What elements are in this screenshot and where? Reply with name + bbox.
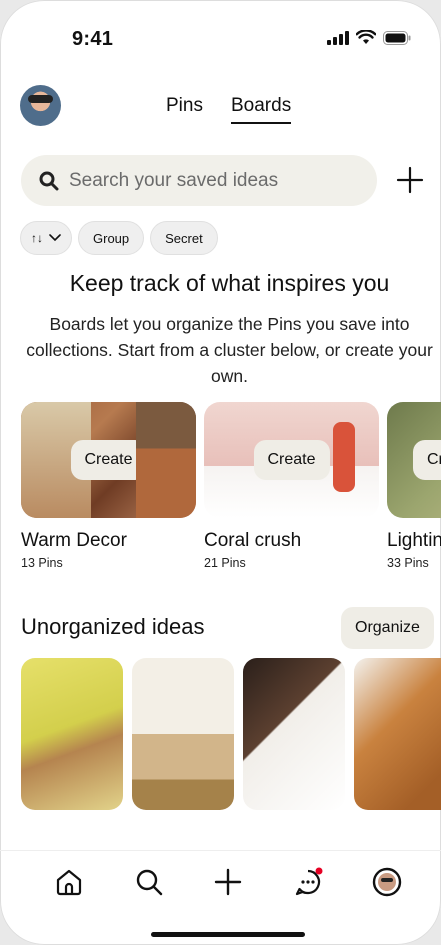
search-icon (39, 171, 59, 190)
pin-thumbnail[interactable] (132, 658, 234, 810)
phone-screen: 9:41 Pins Boards Search your saved ideas… (0, 0, 441, 945)
group-chip[interactable]: Group (78, 221, 145, 255)
pin-thumbnail[interactable] (354, 658, 441, 810)
profile-icon (372, 867, 402, 897)
chevron-down-icon (49, 234, 61, 242)
secret-chip[interactable]: Secret (150, 221, 218, 255)
board-tabs: Pins Boards (0, 95, 441, 125)
sort-chip[interactable]: ↑↓ (20, 221, 72, 255)
home-icon (56, 869, 82, 896)
home-indicator (151, 932, 305, 937)
nav-create[interactable] (212, 866, 244, 898)
empty-state-body: Boards let you organize the Pins you sav… (26, 314, 433, 386)
cluster-name: Lightin (387, 530, 441, 551)
organize-button[interactable]: Organize (341, 607, 434, 649)
create-button[interactable]: Create (412, 440, 441, 480)
cluster-pin-count: 21 Pins (204, 556, 246, 570)
filter-chips: ↑↓ Group Secret (20, 221, 218, 255)
cluster-pin-count: 13 Pins (21, 556, 63, 570)
sort-icon: ↑↓ (31, 231, 43, 245)
empty-state-headline: Keep track of what inspires you (69, 270, 390, 296)
pin-thumbnail[interactable] (243, 658, 345, 810)
pin-thumbnail[interactable] (21, 658, 123, 810)
tab-pins[interactable]: Pins (166, 95, 203, 117)
plus-icon (214, 868, 242, 896)
battery-icon (383, 30, 411, 45)
nav-profile[interactable] (371, 866, 403, 898)
cluster-image: Create (21, 402, 196, 518)
status-icons (327, 30, 411, 45)
status-bar: 9:41 (0, 0, 441, 70)
create-button[interactable]: Create (253, 440, 330, 480)
cluster-card[interactable]: Create Warm Decor 13 Pins (21, 402, 196, 570)
wifi-icon (356, 30, 376, 44)
cluster-card[interactable]: Create Lightin 33 Pins (387, 402, 441, 570)
messages-icon (295, 867, 323, 896)
search-icon (136, 869, 163, 896)
cluster-pin-count: 33 Pins (387, 556, 429, 570)
search-input[interactable]: Search your saved ideas (21, 155, 377, 206)
nav-home[interactable] (53, 866, 85, 898)
nav-messages[interactable] (292, 866, 324, 898)
unorganized-title: Unorganized ideas (21, 614, 205, 639)
cluster-name: Warm Decor (21, 530, 127, 551)
cluster-image: Create (387, 402, 441, 518)
tab-boards[interactable]: Boards (231, 95, 292, 124)
cluster-image: Create (204, 402, 379, 518)
cluster-card[interactable]: Create Coral crush 21 Pins (204, 402, 379, 570)
add-board-button[interactable] (392, 162, 428, 198)
signal-icon (327, 30, 349, 45)
search-placeholder: Search your saved ideas (69, 169, 279, 191)
nav-search[interactable] (133, 866, 165, 898)
cluster-name: Coral crush (204, 530, 302, 551)
status-time: 9:41 (72, 28, 114, 50)
create-button[interactable]: Create (70, 440, 147, 480)
